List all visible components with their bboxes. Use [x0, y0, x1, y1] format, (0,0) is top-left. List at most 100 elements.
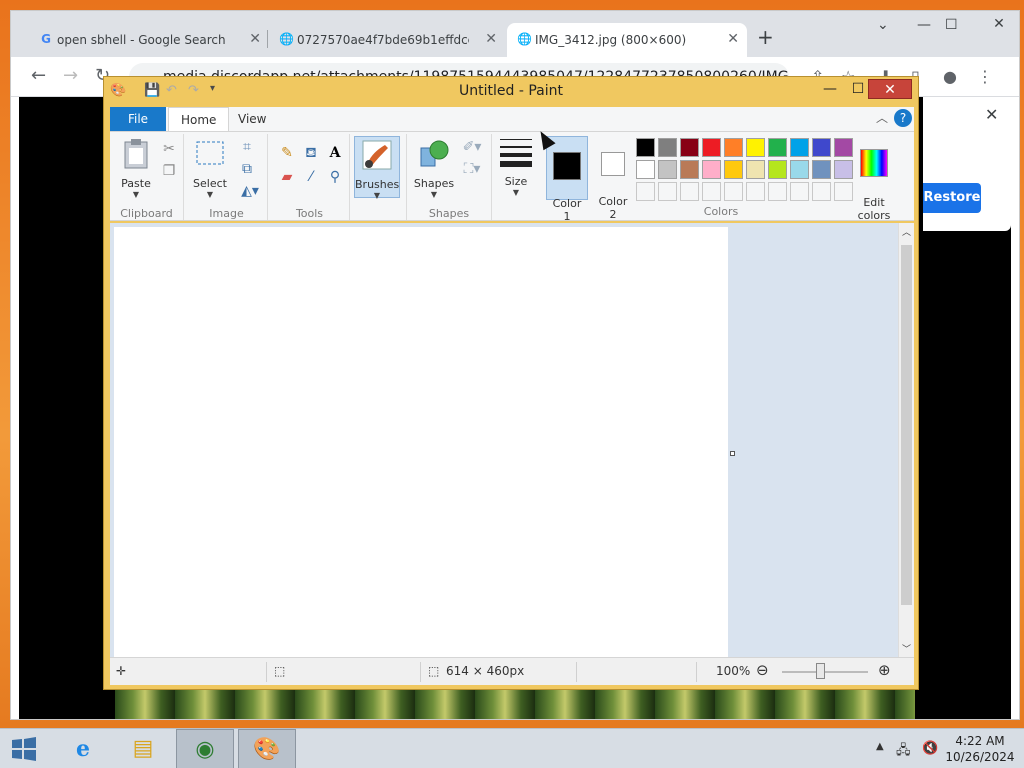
menu-icon[interactable]: ⋮	[977, 67, 993, 86]
paste-button[interactable]: Paste ▼	[116, 138, 156, 199]
palette-swatch-empty[interactable]	[812, 182, 831, 201]
close-icon[interactable]: ✕	[485, 31, 497, 47]
close-icon[interactable]: ✕	[727, 31, 739, 47]
file-explorer-icon[interactable]: ▤	[114, 729, 172, 768]
palette-swatch-empty[interactable]	[658, 182, 677, 201]
brushes-button[interactable]: Brushes ▼	[354, 136, 400, 200]
tab-google-search[interactable]: G open sbhell - Google Search ✕	[29, 23, 269, 57]
paint-taskbar-icon[interactable]: 🎨	[238, 729, 296, 768]
help-icon[interactable]: ?	[894, 109, 912, 127]
palette-swatch[interactable]	[790, 138, 809, 157]
magnifier-icon[interactable]: ⚲	[326, 168, 344, 186]
close-icon[interactable]: ✕	[985, 105, 998, 124]
palette-swatch[interactable]	[768, 160, 787, 179]
palette-swatch-empty[interactable]	[768, 182, 787, 201]
volume-muted-icon[interactable]: 🔇	[922, 741, 938, 756]
collapse-ribbon-icon[interactable]: ︿	[876, 109, 888, 126]
palette-swatch[interactable]	[658, 138, 677, 157]
pencil-icon[interactable]: ✎	[278, 144, 296, 162]
palette-swatch-empty[interactable]	[636, 182, 655, 201]
tab-search-icon[interactable]: ⌄	[877, 17, 889, 33]
vertical-scrollbar[interactable]: ︿ ﹀	[898, 223, 914, 657]
close-window-icon[interactable]: ✕	[979, 13, 1019, 35]
palette-swatch[interactable]	[658, 160, 677, 179]
drawing-canvas[interactable]	[114, 227, 728, 657]
restore-button[interactable]: Restore	[923, 183, 981, 213]
zoom-slider-thumb[interactable]	[816, 663, 825, 679]
palette-swatch-empty[interactable]	[746, 182, 765, 201]
chrome-taskbar-icon[interactable]: ◉	[176, 729, 234, 768]
tab-home[interactable]: Home	[168, 107, 230, 131]
close-icon[interactable]: ✕	[249, 31, 261, 47]
tab-file[interactable]: File	[110, 107, 166, 131]
size-button[interactable]: Size ▼	[496, 136, 536, 197]
palette-swatch[interactable]	[680, 160, 699, 179]
tab-title: open sbhell - Google Search	[57, 33, 226, 47]
palette-swatch-empty[interactable]	[702, 182, 721, 201]
close-window-icon[interactable]: ✕	[868, 79, 912, 99]
shapes-button[interactable]: Shapes ▼	[413, 138, 455, 199]
edit-colors-button[interactable]: Edit colors	[850, 136, 898, 235]
scroll-thumb[interactable]	[901, 245, 912, 605]
palette-swatch[interactable]	[746, 160, 765, 179]
select-button[interactable]: Select ▼	[190, 138, 230, 199]
select-rectangle-icon	[196, 141, 224, 165]
eraser-icon[interactable]: ▰	[278, 168, 296, 186]
minimize-icon[interactable]: —	[917, 17, 931, 33]
brush-icon	[362, 140, 392, 170]
fill-icon[interactable]: ⛶▾	[459, 160, 485, 178]
tab-img-3412[interactable]: 🌐 IMG_3412.jpg (800×600) ✕	[507, 23, 747, 57]
cut-icon[interactable]: ✂	[160, 140, 178, 158]
minimize-icon[interactable]: —	[816, 79, 844, 99]
palette-swatch[interactable]	[702, 160, 721, 179]
palette-swatch-empty[interactable]	[790, 182, 809, 201]
tab-view[interactable]: View	[226, 107, 278, 131]
new-tab-button[interactable]: +	[757, 25, 774, 49]
palette-swatch[interactable]	[812, 160, 831, 179]
paint-titlebar[interactable]: 🎨 💾 ↶ ↷ ▾ Untitled - Paint — ☐ ✕	[104, 77, 918, 105]
cursor-position-icon: ✛	[116, 664, 127, 678]
scroll-up-icon[interactable]: ︿	[902, 225, 911, 238]
palette-swatch[interactable]	[702, 138, 721, 157]
color-picker-icon[interactable]: ⁄	[302, 168, 320, 186]
palette-swatch[interactable]	[768, 138, 787, 157]
rotate-icon[interactable]: ◭▾	[238, 182, 262, 200]
scroll-down-icon[interactable]: ﹀	[902, 642, 911, 655]
palette-swatch[interactable]	[636, 160, 655, 179]
color2-button[interactable]: Color 2	[592, 136, 634, 234]
google-icon: G	[41, 32, 51, 46]
crop-icon[interactable]: ⌗	[238, 138, 256, 156]
text-icon[interactable]: A	[326, 144, 344, 162]
palette-swatch[interactable]	[680, 138, 699, 157]
show-hidden-icons-icon[interactable]: ▲	[876, 741, 884, 752]
taskbar: e ▤ ◉ 🎨 ▲ 🖧 🔇 4:22 AM 10/26/2024	[0, 728, 1024, 768]
palette-swatch[interactable]	[724, 160, 743, 179]
outline-icon[interactable]: ✐▾	[459, 138, 485, 156]
maximize-icon[interactable]: ☐	[945, 17, 958, 33]
color1-button[interactable]: Color 1	[546, 136, 588, 223]
fill-bucket-icon[interactable]: ⛾	[302, 144, 320, 162]
zoom-slider-track[interactable]	[782, 671, 868, 673]
network-icon[interactable]: 🖧	[896, 741, 911, 763]
tab-hash-file[interactable]: 🌐 0727570ae4f7bde69b1effdcc22 ✕	[269, 23, 505, 57]
start-button[interactable]	[0, 729, 48, 768]
back-icon[interactable]: ←	[31, 65, 46, 86]
zoom-out-icon[interactable]: ⊖	[756, 661, 769, 679]
resize-icon[interactable]: ⧉	[238, 160, 256, 178]
palette-swatch-empty[interactable]	[724, 182, 743, 201]
tab-title: IMG_3412.jpg (800×600)	[535, 33, 687, 47]
selection-size-icon: ⬚	[274, 664, 286, 678]
copy-icon[interactable]: ❐	[160, 162, 178, 180]
palette-swatch[interactable]	[812, 138, 831, 157]
profile-icon[interactable]: ●	[943, 67, 957, 86]
palette-swatch[interactable]	[790, 160, 809, 179]
clock[interactable]: 4:22 AM 10/26/2024	[944, 733, 1016, 765]
palette-swatch-empty[interactable]	[680, 182, 699, 201]
internet-explorer-icon[interactable]: e	[54, 729, 112, 768]
palette-swatch[interactable]	[636, 138, 655, 157]
forward-icon[interactable]: →	[63, 65, 78, 86]
zoom-in-icon[interactable]: ⊕	[878, 661, 891, 679]
palette-swatch[interactable]	[746, 138, 765, 157]
resize-handle-right[interactable]	[730, 451, 735, 456]
palette-swatch[interactable]	[724, 138, 743, 157]
